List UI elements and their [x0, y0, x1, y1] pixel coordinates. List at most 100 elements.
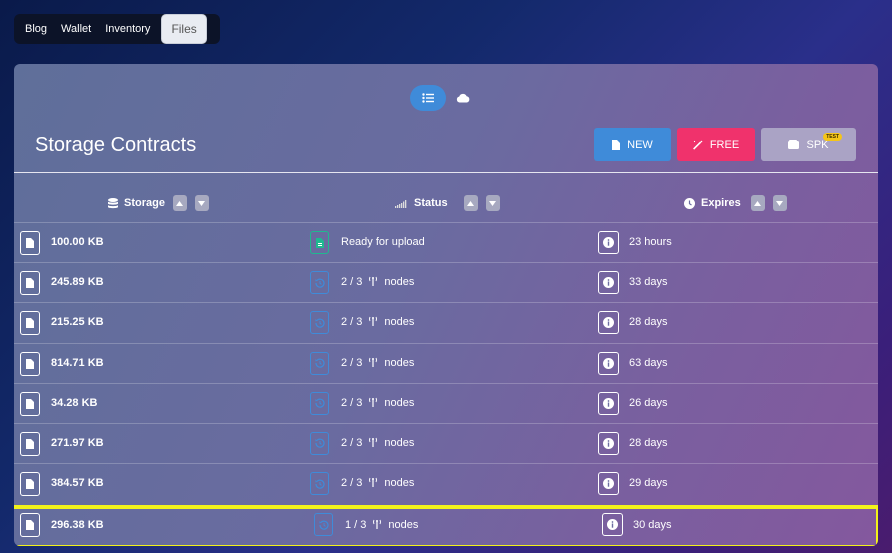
table-header: Storage Status Expires	[14, 188, 878, 218]
list-icon	[422, 93, 434, 103]
caret-up-icon	[176, 200, 184, 206]
contract-expires: 28 days	[629, 316, 668, 329]
contract-expires: 30 days	[633, 519, 672, 532]
table-row[interactable]: 100.00 KB Ready for upload 23 hours	[14, 222, 878, 262]
status-icon-button[interactable]	[310, 231, 329, 254]
info-icon	[603, 237, 614, 248]
info-icon	[603, 478, 614, 490]
view-toggle	[410, 85, 471, 111]
contract-status: 2 / 3 nodes	[341, 316, 414, 329]
sort-desc-expires[interactable]	[772, 195, 787, 211]
info-button[interactable]	[598, 271, 619, 295]
magic-wand-icon	[692, 140, 703, 150]
status-icon-button[interactable]	[310, 271, 329, 295]
history-icon	[314, 358, 325, 368]
history-icon	[318, 520, 329, 530]
status-icon-button[interactable]	[310, 311, 329, 335]
status-icon-button[interactable]	[310, 472, 329, 496]
file-icon-button[interactable]	[20, 391, 40, 416]
info-button[interactable]	[598, 231, 619, 254]
broadcast-tower-icon	[368, 397, 378, 410]
sort-asc-storage[interactable]	[172, 195, 187, 211]
spk-button[interactable]: SPK TEST	[761, 128, 856, 161]
contract-status: 2 / 3 nodes	[341, 437, 414, 450]
info-button[interactable]	[602, 513, 623, 537]
file-icon	[26, 278, 34, 289]
contract-expires: 28 days	[629, 436, 668, 449]
file-icon	[26, 520, 34, 531]
sort-desc-status[interactable]	[485, 195, 500, 211]
table-row[interactable]: 34.28 KB 2 / 3 nodes 26 days	[14, 382, 878, 423]
sort-desc-storage[interactable]	[194, 195, 209, 211]
file-icon-button[interactable]	[20, 513, 40, 538]
node-count: 2 / 3	[341, 276, 363, 289]
contract-status: 2 / 3 nodes	[341, 276, 414, 289]
table-row[interactable]: 296.38 KB 1 / 3 nodes 30 days	[14, 505, 878, 546]
info-icon	[603, 277, 614, 289]
new-button-label: NEW	[627, 138, 653, 151]
history-icon	[314, 438, 325, 449]
file-icon-button[interactable]	[20, 311, 40, 336]
status-label: Ready for upload	[341, 236, 425, 248]
history-icon	[314, 318, 325, 328]
nodes-label: nodes	[384, 477, 415, 490]
contract-size: 100.00 KB	[51, 236, 104, 248]
file-icon-button[interactable]	[20, 431, 40, 456]
file-icon	[26, 398, 34, 409]
table-row[interactable]: 245.89 KB 2 / 3 nodes 33 days	[14, 262, 878, 302]
info-button[interactable]	[598, 311, 619, 335]
contract-size: 34.28 KB	[51, 396, 98, 409]
column-storage-label: Storage	[124, 197, 165, 209]
caret-up-icon	[467, 200, 475, 206]
new-button[interactable]: NEW	[594, 128, 671, 161]
file-icon	[612, 139, 621, 150]
free-button[interactable]: FREE	[677, 128, 755, 161]
file-icon	[26, 358, 34, 369]
contract-status: 2 / 3 nodes	[341, 477, 414, 490]
column-storage: Storage	[108, 188, 209, 218]
nodes-label: nodes	[384, 436, 415, 449]
top-nav: Blog Wallet Inventory Files	[14, 14, 220, 44]
column-status: Status	[395, 188, 500, 218]
info-button[interactable]	[598, 472, 619, 496]
table-row[interactable]: 271.97 KB 2 / 3 nodes 28 days	[14, 422, 878, 463]
info-button[interactable]	[598, 431, 619, 455]
info-button[interactable]	[598, 391, 619, 415]
tab-wallet[interactable]: Wallet	[54, 16, 98, 42]
column-expires-label: Expires	[701, 197, 741, 209]
cloud-view-button[interactable]	[455, 90, 471, 106]
tab-files[interactable]: Files	[161, 14, 207, 44]
status-icon-button[interactable]	[310, 431, 329, 455]
contract-size: 215.25 KB	[51, 316, 104, 329]
file-icon	[26, 238, 34, 248]
column-status-label: Status	[414, 197, 448, 209]
tab-inventory[interactable]: Inventory	[98, 16, 157, 42]
file-icon	[26, 438, 34, 449]
nodes-label: nodes	[384, 316, 415, 329]
node-count: 2 / 3	[341, 316, 363, 329]
node-count: 2 / 3	[341, 436, 363, 449]
contracts-table-body: 100.00 KB Ready for upload 23 hours 245.…	[14, 222, 878, 546]
file-icon	[26, 479, 34, 490]
action-buttons: NEW FREE SPK TEST	[594, 128, 856, 161]
status-icon-button[interactable]	[310, 391, 329, 415]
status-icon-button[interactable]	[310, 351, 329, 375]
contract-expires: 26 days	[629, 396, 668, 409]
file-icon-button[interactable]	[20, 231, 40, 255]
table-row[interactable]: 215.25 KB 2 / 3 nodes 28 days	[14, 302, 878, 342]
contract-status: Ready for upload	[341, 236, 425, 248]
sort-asc-expires[interactable]	[750, 195, 765, 211]
table-row[interactable]: 384.57 KB 2 / 3 nodes 29 days	[14, 463, 878, 503]
list-view-button[interactable]	[410, 85, 446, 111]
table-row[interactable]: 814.71 KB 2 / 3 nodes 63 days	[14, 342, 878, 383]
sort-asc-status[interactable]	[463, 195, 478, 211]
signal-icon	[395, 199, 407, 208]
status-icon-button[interactable]	[314, 513, 333, 537]
file-icon-button[interactable]	[20, 271, 40, 296]
file-icon-button[interactable]	[20, 351, 40, 376]
broadcast-tower-icon	[368, 276, 378, 289]
info-button[interactable]	[598, 351, 619, 375]
info-icon	[607, 519, 618, 531]
tab-blog[interactable]: Blog	[18, 16, 54, 42]
file-icon-button[interactable]	[20, 472, 40, 497]
